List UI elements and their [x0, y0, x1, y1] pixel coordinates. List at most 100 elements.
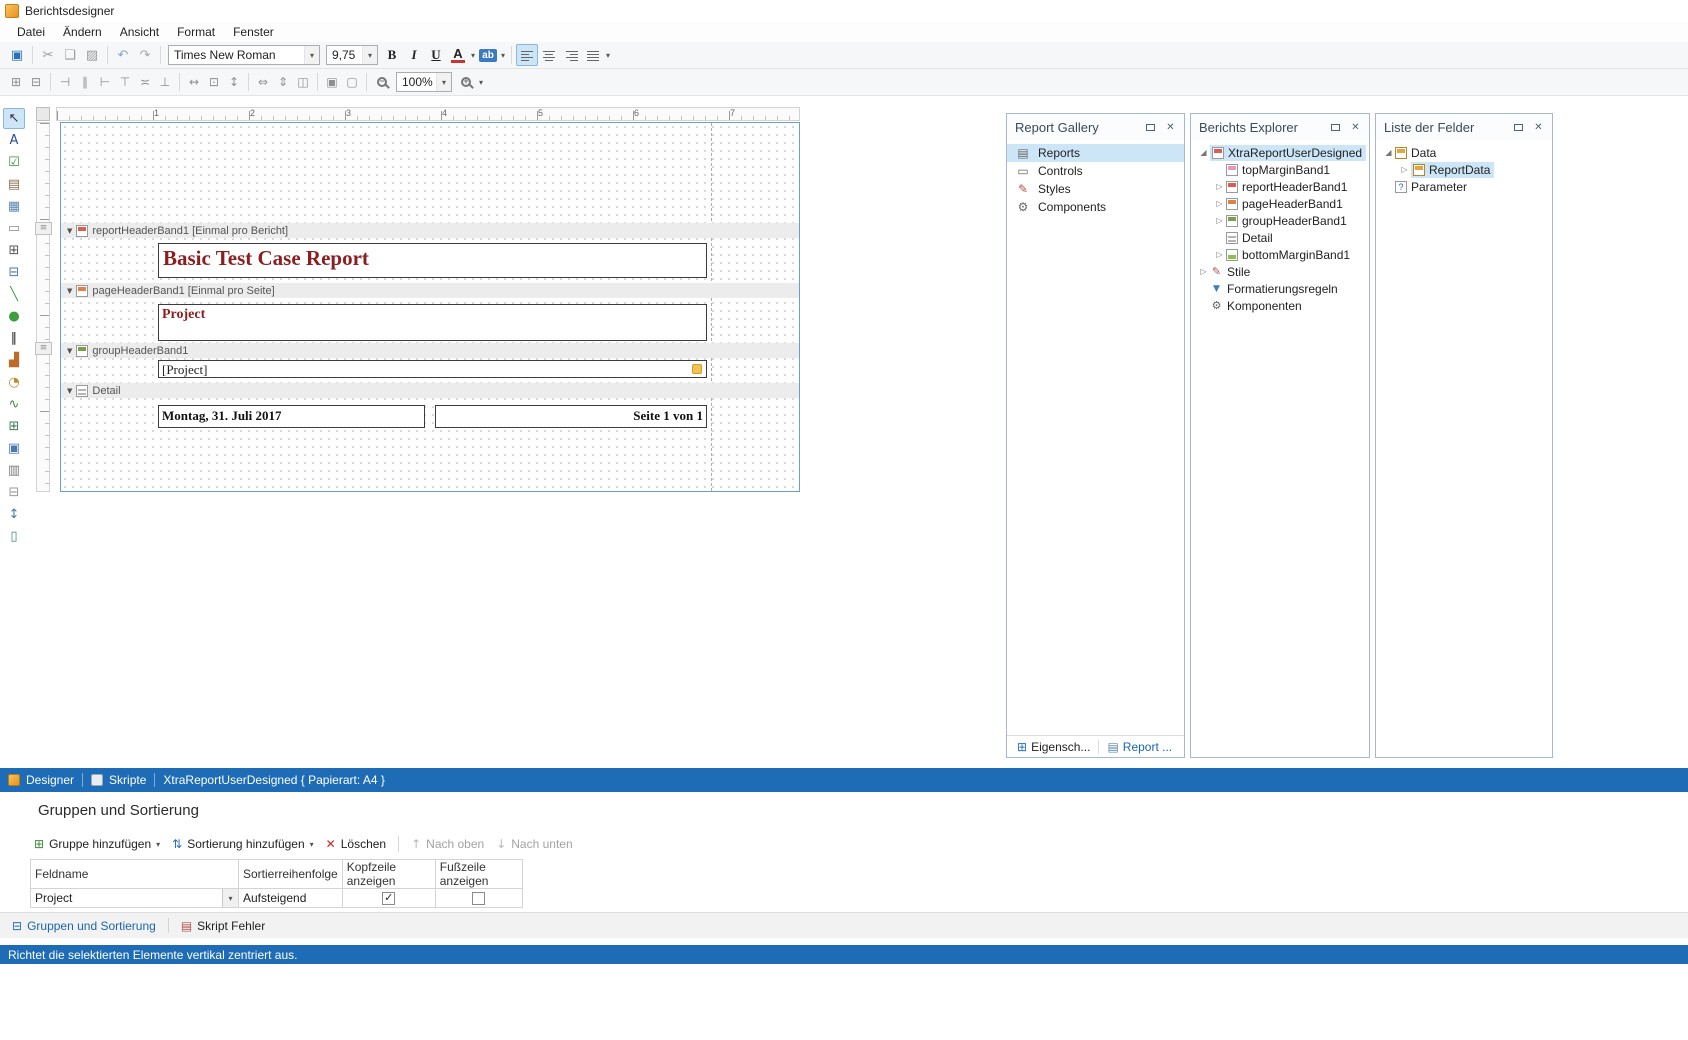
report-page[interactable]: ▼ reportHeaderBand1 [Einmal pro Bericht]…	[60, 122, 800, 492]
vertical-spacing-button[interactable]: ⇕	[273, 71, 293, 93]
group-field-control[interactable]: [Project]	[158, 360, 707, 378]
bring-to-front-button[interactable]: ▣	[322, 71, 342, 93]
sort-order-cell[interactable]: Aufsteigend	[239, 889, 343, 908]
toolbox-subreport[interactable]: ▣	[3, 438, 25, 459]
expander-icon[interactable]: ▷	[1197, 267, 1210, 276]
chevron-down-icon[interactable]: ▾	[469, 51, 477, 60]
tree-item-detail[interactable]: Detail	[1191, 229, 1369, 246]
gallery-item-reports[interactable]: ▤ Reports	[1007, 144, 1184, 162]
gallery-item-styles[interactable]: ✎ Styles	[1007, 180, 1184, 198]
tree-item-formatierungsregeln[interactable]: ▼ Formatierungsregeln	[1191, 280, 1369, 297]
float-panel-button[interactable]	[1327, 120, 1344, 135]
gallery-item-components[interactable]: ⚙ Components	[1007, 198, 1184, 216]
move-down-button[interactable]: ↓ Nach unten	[496, 837, 572, 851]
menu-fenster[interactable]: Fenster	[224, 23, 283, 41]
float-panel-button[interactable]	[1142, 120, 1159, 135]
toolbox-pagebreak[interactable]: ⊟	[3, 482, 25, 503]
zoom-combo[interactable]: 100% ▾	[396, 72, 452, 92]
toolbox-pageinfo[interactable]: ▥	[3, 460, 25, 481]
font-size-combo[interactable]: 9,75 ▾	[326, 45, 378, 65]
chevron-down-icon[interactable]: ▾	[604, 51, 612, 60]
bold-button[interactable]: B	[381, 44, 403, 66]
toolbox-character-comb[interactable]: ⊟	[3, 262, 25, 283]
expander-icon[interactable]: ▷	[1398, 165, 1411, 174]
paste-button[interactable]: ▨	[81, 44, 103, 66]
toolbox-pivotgrid[interactable]: ⊞	[3, 416, 25, 437]
chevron-down-icon[interactable]: ▾	[477, 78, 485, 87]
chevron-down-icon[interactable]: ▾	[156, 840, 160, 849]
toolbox-line[interactable]: ╲	[3, 284, 25, 305]
toolbox-chart[interactable]: ▟	[3, 350, 25, 371]
center-horizontally-button[interactable]: ◫	[293, 71, 313, 93]
toolbox-crossband-line[interactable]: ↕	[3, 504, 25, 525]
ruler-corner[interactable]	[36, 107, 50, 121]
underline-button[interactable]: U	[425, 44, 447, 66]
align-lefts-button[interactable]: ⊣	[55, 71, 75, 93]
send-to-back-button[interactable]: ▢	[342, 71, 362, 93]
page-header-control[interactable]: Project	[158, 304, 707, 341]
tree-item-bottommarginband1[interactable]: ▷ bottomMarginBand1	[1191, 246, 1369, 263]
make-same-width-button[interactable]: ↔	[184, 71, 204, 93]
align-center-button[interactable]	[538, 44, 560, 66]
document-name[interactable]: XtraReportUserDesigned { Papierart: A4 }	[163, 773, 384, 787]
chevron-down-icon[interactable]: ▾	[310, 840, 314, 849]
zoom-out-button[interactable]: −	[371, 71, 393, 93]
chevron-down-icon[interactable]: ▾	[304, 46, 319, 64]
move-up-button[interactable]: ↑ Nach oben	[411, 837, 484, 851]
snap-to-grid-button[interactable]: ⊞	[6, 71, 26, 93]
chevron-down-icon[interactable]: ▾	[222, 889, 238, 907]
expander-icon[interactable]: ▷	[1213, 199, 1226, 208]
expander-icon[interactable]: ◢	[1382, 148, 1395, 157]
tree-item-topmarginband1[interactable]: topMarginBand1	[1191, 161, 1369, 178]
redo-button[interactable]: ↷	[134, 44, 156, 66]
add-sort-button[interactable]: ⇅ Sortierung hinzufügen ▾	[172, 837, 314, 851]
collapse-icon[interactable]: ▼	[67, 347, 72, 355]
align-tops-button[interactable]: ⊤	[115, 71, 135, 93]
toolbox-gauge[interactable]: ◔	[3, 372, 25, 393]
collapse-icon[interactable]: ▼	[67, 227, 72, 235]
show-footer-checkbox[interactable]	[472, 892, 485, 905]
align-to-grid-button[interactable]: ⊟	[26, 71, 46, 93]
tab-gruppen-und-sortierung[interactable]: ⊟ Gruppen und Sortierung	[12, 919, 156, 933]
band-header-detail[interactable]: ▼ Detail	[61, 383, 799, 398]
cut-button[interactable]: ✂	[37, 44, 59, 66]
chevron-down-icon[interactable]: ▾	[436, 73, 451, 91]
chevron-down-icon[interactable]: ▾	[362, 46, 377, 64]
close-panel-button[interactable]: ✕	[1530, 120, 1547, 135]
undo-button[interactable]: ↶	[112, 44, 134, 66]
field-name-combo[interactable]: Project ▾	[31, 889, 239, 908]
tree-item-reportdata[interactable]: ▷ ReportData	[1376, 161, 1552, 178]
properties-tab-button[interactable]: ⊞ Eigensch...	[1014, 739, 1093, 755]
save-button[interactable]: ▣	[6, 44, 28, 66]
detail-pageinfo-control[interactable]: Seite 1 von 1	[435, 405, 707, 428]
panel-header[interactable]: Report Gallery ✕	[1007, 114, 1184, 140]
menu-ansicht[interactable]: Ansicht	[111, 23, 168, 41]
toolbox-checkbox[interactable]: ☑	[3, 152, 25, 173]
toolbox-richtext[interactable]: ▤	[3, 174, 25, 195]
align-left-button[interactable]	[516, 44, 538, 66]
menu-aendern[interactable]: Ändern	[54, 23, 111, 41]
add-group-button[interactable]: ⊞ Gruppe hinzufügen ▾	[34, 837, 160, 851]
tree-item-stile[interactable]: ▷ ✎ Stile	[1191, 263, 1369, 280]
menu-format[interactable]: Format	[168, 23, 224, 41]
horizontal-spacing-button[interactable]: ⇔	[253, 71, 273, 93]
band-header-reportheaderband1[interactable]: ▼ reportHeaderBand1 [Einmal pro Bericht]	[61, 223, 799, 238]
toolbox-panel[interactable]: ▭	[3, 218, 25, 239]
copy-button[interactable]: ❏	[59, 44, 81, 66]
expander-icon[interactable]: ▷	[1213, 216, 1226, 225]
vertical-ruler[interactable]	[36, 122, 50, 492]
italic-button[interactable]: I	[403, 44, 425, 66]
band-drag-handle[interactable]: ≡	[35, 222, 52, 235]
toolbox-sparkline[interactable]: ∿	[3, 394, 25, 415]
zoom-in-button[interactable]: +	[455, 71, 477, 93]
toolbox-crossband-box[interactable]: ▯	[3, 526, 25, 547]
toolbox-picturebox[interactable]: ▦	[3, 196, 25, 217]
close-panel-button[interactable]: ✕	[1162, 120, 1179, 135]
collapse-icon[interactable]: ▼	[67, 387, 72, 395]
align-justify-button[interactable]	[582, 44, 604, 66]
float-panel-button[interactable]	[1510, 120, 1527, 135]
report-title-control[interactable]: Basic Test Case Report	[158, 243, 707, 278]
tree-item-komponenten[interactable]: ⚙ Komponenten	[1191, 297, 1369, 314]
tree-item-pageheaderband1[interactable]: ▷ pageHeaderBand1	[1191, 195, 1369, 212]
align-middles-button[interactable]: ≍	[135, 71, 155, 93]
